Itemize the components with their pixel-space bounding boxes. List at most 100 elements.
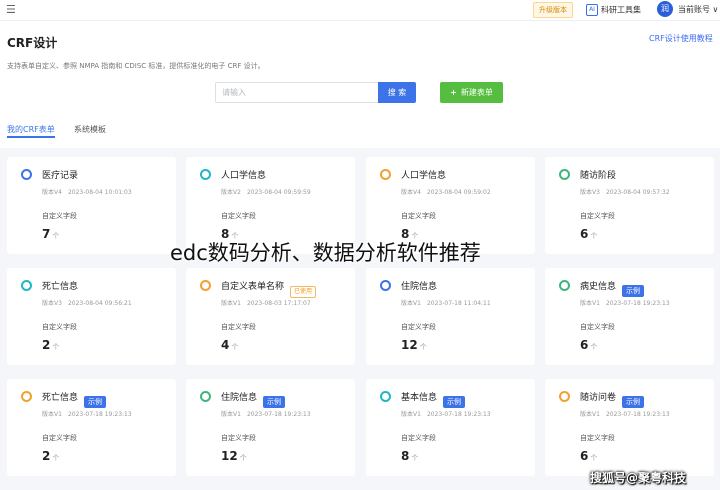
card-field-label: 自定义字段 xyxy=(580,212,615,220)
form-card[interactable]: 随访阶段版本V3 2023-08-04 09:57:32 自定义字段 6 个 xyxy=(545,157,714,254)
card-version: 版本V1 xyxy=(221,300,241,307)
count-value: 2 xyxy=(42,338,51,352)
form-card[interactable]: 病史信息 示例 版本V1 2023-07-18 19:23:13 自定义字段 6 个 xyxy=(545,268,714,365)
tab-system-templates[interactable]: 系统模板 xyxy=(74,124,106,135)
count-unit: 个 xyxy=(231,343,239,351)
card-title: 死亡信息 xyxy=(42,393,79,403)
card-version: 版本V1 xyxy=(221,411,241,418)
page-description: 支持表单自定义、参照 NMPA 指南和 CDISC 标准，提供标准化的电子 CR… xyxy=(7,62,265,70)
card-meta: 版本V4 2023-08-04 10:01:03 xyxy=(42,187,132,196)
card-date: 2023-08-04 09:57:32 xyxy=(605,189,670,196)
card-meta: 版本V3 2023-08-04 09:57:32 xyxy=(580,187,670,196)
count-unit: 个 xyxy=(52,232,60,240)
card-field-label: 自定义字段 xyxy=(401,212,436,220)
count-unit: 个 xyxy=(52,343,60,351)
tag-wrapper: 示例 xyxy=(622,278,644,297)
card-date: 2023-08-04 10:01:03 xyxy=(67,189,132,196)
tab-bar: 我的CRF表单 系统模板 xyxy=(0,121,720,138)
count-value: 6 xyxy=(580,227,589,241)
count-unit: 个 xyxy=(411,454,419,462)
form-icon xyxy=(380,280,391,291)
card-version: 版本V4 xyxy=(42,189,62,196)
card-title: 死亡信息 xyxy=(42,282,79,292)
card-meta: 版本V3 2023-08-04 09:56:21 xyxy=(42,298,132,307)
card-meta: 版本V1 2023-07-18 19:23:13 xyxy=(42,409,132,418)
card-date: 2023-07-18 19:23:13 xyxy=(426,411,491,418)
card-title: 自定义表单名称 xyxy=(221,282,285,292)
upgrade-button[interactable]: 升级版本 xyxy=(533,2,573,18)
card-meta: 版本V1 2023-07-18 11:04:11 xyxy=(401,298,491,307)
form-card[interactable]: 住院信息 示例 版本V1 2023-07-18 19:23:13 自定义字段 12 个 xyxy=(186,379,355,476)
card-title: 人口学信息 xyxy=(401,171,447,181)
form-card[interactable]: 死亡信息 示例 版本V1 2023-07-18 19:23:13 自定义字段 2 个 xyxy=(7,379,176,476)
form-icon xyxy=(380,391,391,402)
card-field-label: 自定义字段 xyxy=(42,212,77,220)
avatar[interactable]: 润 xyxy=(657,1,673,17)
tab-my-crf-forms[interactable]: 我的CRF表单 xyxy=(7,124,55,135)
ai-tools-label: 科研工具集 xyxy=(601,5,641,15)
card-version: 版本V3 xyxy=(42,300,62,307)
form-card[interactable]: 死亡信息版本V3 2023-08-04 09:56:21 自定义字段 2 个 xyxy=(7,268,176,365)
card-title: 随访阶段 xyxy=(580,171,617,181)
tag-wrapper: 已使用 xyxy=(290,278,317,298)
card-meta: 版本V1 2023-08-03 17:17:07 xyxy=(221,298,311,307)
card-meta: 版本V4 2023-08-04 09:59:02 xyxy=(401,187,491,196)
card-version: 版本V4 xyxy=(401,189,421,196)
tag-wrapper: 示例 xyxy=(622,389,644,408)
card-field-count: 4个 xyxy=(221,338,238,352)
card-field-count: 6个 xyxy=(580,227,597,241)
card-meta: 版本V1 2023-07-18 19:23:13 xyxy=(580,298,670,307)
count-value: 12 xyxy=(401,338,418,352)
card-date: 2023-08-04 09:56:21 xyxy=(67,300,132,307)
ai-icon: AI xyxy=(586,4,598,16)
source-watermark: 搜狐号@聚粤科技 xyxy=(590,471,687,485)
card-meta: 版本V1 2023-07-18 19:23:13 xyxy=(401,409,491,418)
count-value: 6 xyxy=(580,338,589,352)
form-card[interactable]: 基本信息 示例 版本V1 2023-07-18 19:23:13 自定义字段 8 个 xyxy=(366,379,535,476)
card-date: 2023-07-18 11:04:11 xyxy=(426,300,491,307)
form-card[interactable]: 住院信息 版本V1 2023-07-18 11:04:11 自定义字段 12 个 xyxy=(366,268,535,365)
search-button[interactable]: 搜 索 xyxy=(378,82,416,103)
card-field-label: 自定义字段 xyxy=(580,323,615,331)
card-field-label: 自定义字段 xyxy=(42,323,77,331)
form-card[interactable]: 医疗记录 版本V4 2023-08-04 10:01:03 自定义字段 7 个 xyxy=(7,157,176,254)
tag-wrapper: 示例 xyxy=(84,389,106,408)
count-value: 2 xyxy=(42,449,51,463)
card-date: 2023-08-04 09:59:59 xyxy=(246,189,311,196)
card-date: 2023-08-04 09:59:02 xyxy=(426,189,491,196)
count-value: 8 xyxy=(401,449,410,463)
example-badge: 示例 xyxy=(622,285,644,297)
card-date: 2023-07-18 19:23:13 xyxy=(605,300,670,307)
form-icon xyxy=(380,169,391,180)
top-bar: ☰ 升级版本 AI 科研工具集 润 当前账号 ∨ xyxy=(0,0,720,21)
card-version: 版本V1 xyxy=(42,411,62,418)
search-input[interactable] xyxy=(215,82,378,103)
card-title: 医疗记录 xyxy=(42,171,79,181)
count-value: 4 xyxy=(221,338,230,352)
form-card[interactable]: 自定义表单名称 已使用 版本V1 2023-08-03 17:17:07 自定义字段 4 个 xyxy=(186,268,355,365)
card-field-label: 自定义字段 xyxy=(401,434,436,442)
status-badge: 已使用 xyxy=(290,286,317,298)
form-card[interactable]: 随访问卷 示例 版本V1 2023-07-18 19:23:13 自定义字段 6 个 xyxy=(545,379,714,476)
form-icon xyxy=(559,280,570,291)
card-date: 2023-07-18 19:23:13 xyxy=(67,411,132,418)
overlay-caption: edc数码分析、数据分析软件推荐 xyxy=(170,241,481,265)
form-icon xyxy=(21,169,32,180)
tag-wrapper: 示例 xyxy=(443,389,465,408)
card-field-label: 自定义字段 xyxy=(401,323,436,331)
ai-tools-link[interactable]: AI 科研工具集 xyxy=(586,4,641,16)
card-meta: 版本V1 2023-07-18 19:23:13 xyxy=(221,409,311,418)
card-date: 2023-07-18 19:23:13 xyxy=(246,411,311,418)
card-meta: 版本V2 2023-08-04 09:59:59 xyxy=(221,187,311,196)
new-form-button[interactable]: + 新建表单 xyxy=(440,82,503,103)
card-version: 版本V1 xyxy=(580,300,600,307)
count-unit: 个 xyxy=(239,454,247,462)
count-value: 6 xyxy=(580,449,589,463)
card-title: 基本信息 xyxy=(401,393,438,403)
tutorial-link[interactable]: CRF设计使用教程 xyxy=(649,33,713,44)
example-badge: 示例 xyxy=(622,396,644,408)
card-date: 2023-07-18 19:23:13 xyxy=(605,411,670,418)
menu-icon[interactable]: ☰ xyxy=(6,3,16,16)
form-icon xyxy=(200,169,211,180)
account-menu[interactable]: 当前账号 ∨ xyxy=(678,4,718,15)
